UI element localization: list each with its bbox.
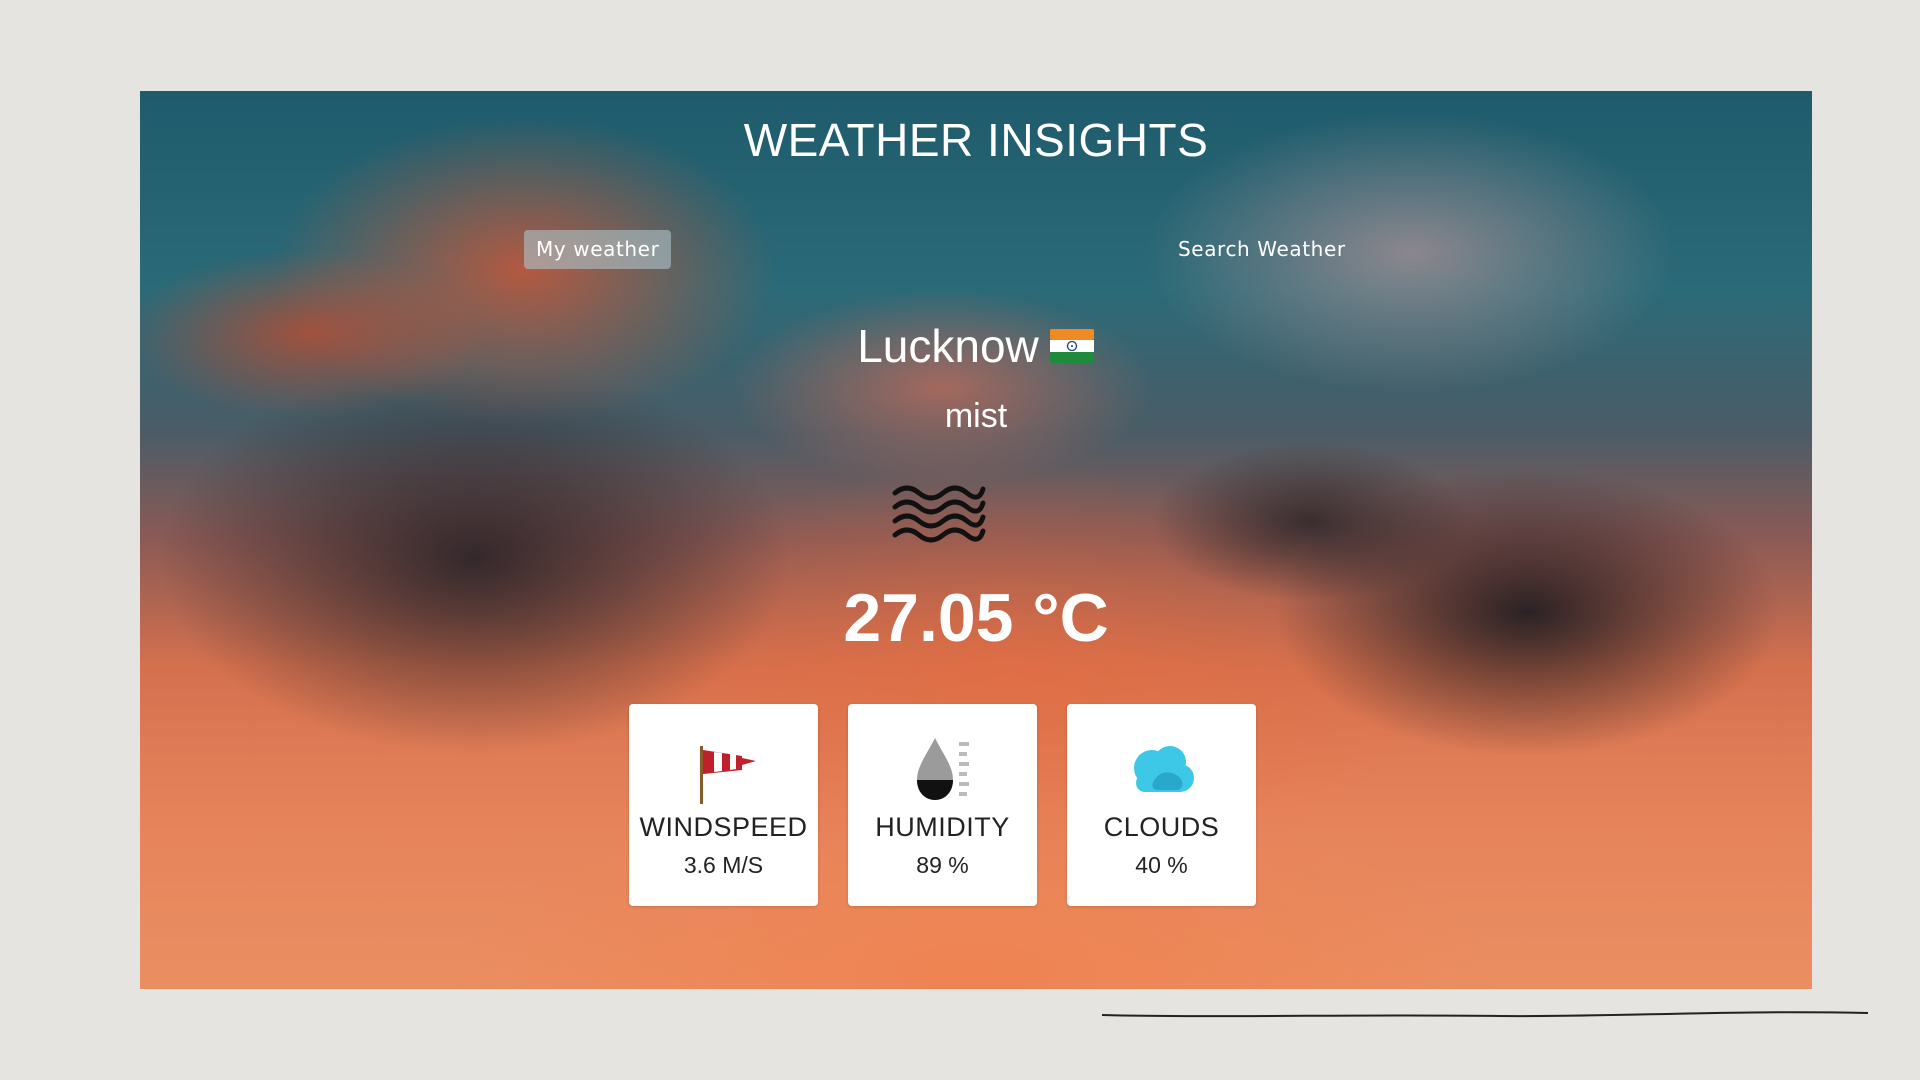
stats-cards: WINDSPEED 3.6 M/S HUMIDITY 89 % CLOUDS 4… <box>629 704 1323 906</box>
windspeed-card: WINDSPEED 3.6 M/S <box>629 704 818 906</box>
decorative-line <box>1101 1011 1869 1018</box>
clouds-label: CLOUDS <box>1103 812 1220 842</box>
humidity-value: 89 % <box>916 852 969 878</box>
india-flag-icon <box>1049 328 1094 363</box>
mist-icon <box>892 485 986 543</box>
windsock-icon <box>699 746 756 804</box>
windspeed-label: WINDSPEED <box>639 812 808 842</box>
clouds-card: CLOUDS 40 % <box>1067 704 1256 906</box>
weather-app: WEATHER INSIGHTS My weather Search Weath… <box>140 91 1812 989</box>
weather-condition: mist <box>944 397 1008 435</box>
humidity-drop-icon <box>916 738 969 800</box>
search-weather-tab[interactable]: Search Weather <box>1166 230 1358 269</box>
temperature: 27.05 °C <box>843 580 1109 656</box>
city-name: Lucknow <box>857 320 1039 372</box>
clouds-value: 40 % <box>1135 852 1188 878</box>
humidity-card: HUMIDITY 89 % <box>848 704 1037 906</box>
my-weather-tab[interactable]: My weather <box>524 230 672 269</box>
app-title: WEATHER INSIGHTS <box>743 114 1209 166</box>
cloud-icon <box>1133 746 1194 792</box>
humidity-label: HUMIDITY <box>875 812 1010 842</box>
windspeed-value: 3.6 M/S <box>683 852 764 878</box>
city-heading: Lucknow <box>140 319 1812 373</box>
